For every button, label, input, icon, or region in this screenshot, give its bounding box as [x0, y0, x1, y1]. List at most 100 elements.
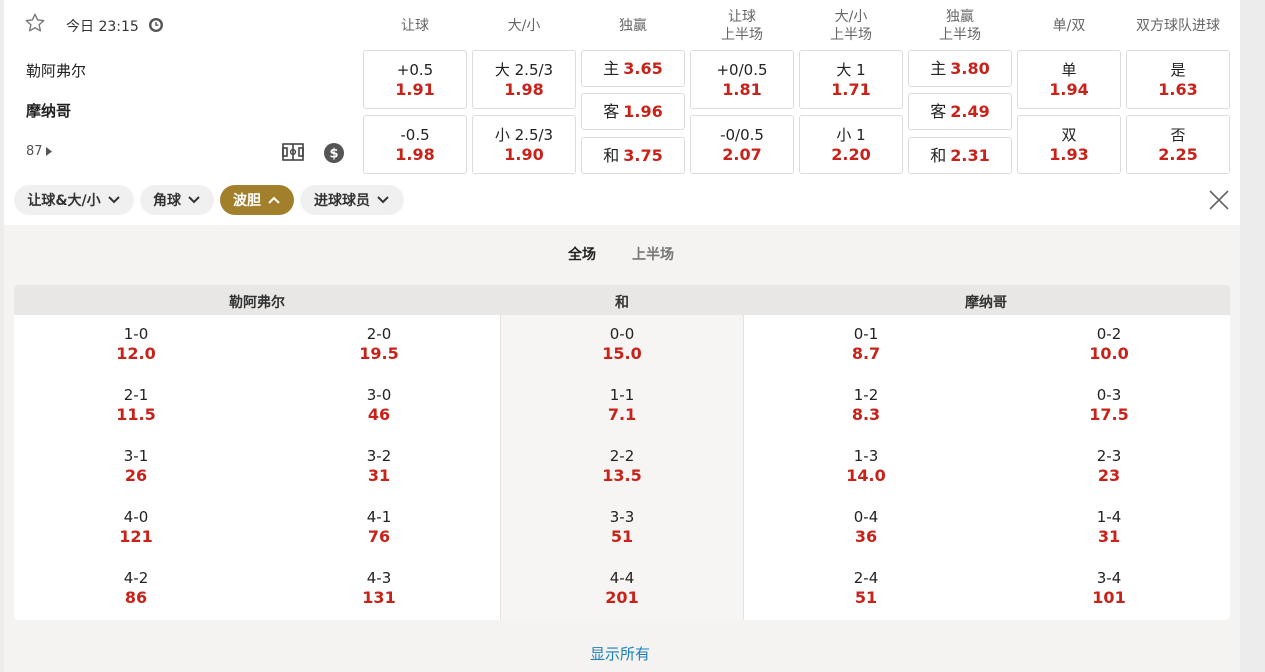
- header-half-moneyline: 独赢 上半场: [908, 4, 1012, 48]
- correct-score-home[interactable]: 1-0 12.0: [76, 325, 196, 363]
- filter-label: 让球&大/小: [27, 193, 101, 209]
- filter-goal-scorer[interactable]: 进球球员: [300, 185, 404, 215]
- correct-score-home[interactable]: 3-2 31: [319, 447, 439, 485]
- odds-cell-half-moneyline-away[interactable]: 客 2.49: [908, 93, 1012, 130]
- odds-line: -0/0.5: [720, 125, 764, 144]
- header-half-over-under-sub: 上半场: [830, 27, 872, 43]
- odds-cell-moneyline-home[interactable]: 主 3.65: [581, 50, 685, 87]
- chevron-down-icon: [188, 196, 200, 204]
- odds-label: 单: [1061, 60, 1077, 79]
- filter-correct-score[interactable]: 波胆: [220, 185, 294, 215]
- score-odd: 31: [1097, 527, 1121, 546]
- header-moneyline-label: 独赢: [619, 18, 647, 34]
- odds-cell-btts-yes[interactable]: 是 1.63: [1126, 50, 1230, 109]
- correct-score-away[interactable]: 1-3 14.0: [806, 447, 926, 485]
- odds-label: 主: [930, 59, 947, 78]
- score-label: 4-3: [366, 569, 392, 587]
- odds-cell-moneyline-draw[interactable]: 和 3.75: [581, 137, 685, 174]
- correct-score-home[interactable]: 4-1 76: [319, 508, 439, 546]
- odds-cell-under[interactable]: 小 2.5/3 1.90: [472, 115, 576, 174]
- score-label: 1-2: [853, 386, 879, 404]
- score-label: 2-3: [1096, 447, 1122, 465]
- show-all-link[interactable]: 显示所有: [590, 643, 650, 664]
- correct-score-home[interactable]: 3-1 26: [76, 447, 196, 485]
- odds-cell-half-moneyline-draw[interactable]: 和 2.31: [908, 137, 1012, 174]
- match-card: 今日 23:15 勒阿弗尔 摩纳哥 87 $ 让球 大/小 独赢 让球 上半场 大…: [4, 0, 1240, 672]
- odds-value: 1.71: [831, 79, 871, 99]
- correct-score-draw[interactable]: 0-0 15.0: [562, 325, 682, 363]
- correct-score-away[interactable]: 2-3 23: [1049, 447, 1169, 485]
- odds-cell-over[interactable]: 大 2.5/3 1.98: [472, 50, 576, 109]
- odds-cell-moneyline-away[interactable]: 客 1.96: [581, 93, 685, 130]
- correct-score-draw[interactable]: 3-3 51: [562, 508, 682, 546]
- correct-score-home[interactable]: 4-0 121: [76, 508, 196, 546]
- score-odd: 36: [854, 527, 878, 546]
- odds-cell-handicap-away[interactable]: -0.5 1.98: [363, 115, 467, 174]
- match-time: 今日 23:15: [66, 19, 139, 35]
- odds-value: 1.98: [395, 144, 435, 164]
- odds-cell-btts-no[interactable]: 否 2.25: [1126, 115, 1230, 174]
- correct-score-home[interactable]: 4-2 86: [76, 569, 196, 607]
- odds-value: 2.25: [1158, 144, 1198, 164]
- match-minute[interactable]: 87: [26, 144, 52, 159]
- score-label: 1-3: [853, 447, 879, 465]
- score-label: 4-4: [609, 569, 635, 587]
- odds-cell-half-over[interactable]: 大 1 1.71: [799, 50, 903, 109]
- correct-score-away[interactable]: 1-4 31: [1049, 508, 1169, 546]
- tab-first-half[interactable]: 上半场: [632, 244, 674, 264]
- score-label: 2-1: [123, 386, 149, 404]
- correct-score-away[interactable]: 2-4 51: [806, 569, 926, 607]
- odds-label: 和: [603, 146, 620, 165]
- odds-cell-even[interactable]: 双 1.93: [1017, 115, 1121, 174]
- field-stats-icon[interactable]: [282, 142, 304, 162]
- correct-score-home[interactable]: 3-0 46: [319, 386, 439, 424]
- header-half-handicap-label: 让球: [728, 9, 756, 25]
- score-label: 0-0: [609, 325, 635, 343]
- score-label: 3-2: [366, 447, 392, 465]
- caret-right-icon: [45, 147, 52, 156]
- odds-value: 2.20: [831, 144, 871, 164]
- odds-line: 大 2.5/3: [494, 60, 554, 79]
- star-icon[interactable]: [24, 12, 46, 34]
- odds-line: +0/0.5: [716, 60, 768, 79]
- odds-cell-odd[interactable]: 单 1.94: [1017, 50, 1121, 109]
- score-odd: 12.0: [116, 344, 156, 363]
- filter-corners[interactable]: 角球: [140, 185, 214, 215]
- correct-score-home[interactable]: 2-1 11.5: [76, 386, 196, 424]
- odds-cell-handicap-home[interactable]: +0.5 1.91: [363, 50, 467, 109]
- correct-score-away[interactable]: 0-2 10.0: [1049, 325, 1169, 363]
- header-half-over-under: 大/小上半场: [799, 4, 903, 48]
- correct-score-home[interactable]: 4-3 131: [319, 569, 439, 607]
- score-label: 4-2: [123, 569, 149, 587]
- score-odd: 121: [119, 527, 153, 546]
- odds-value: 2.31: [950, 146, 990, 165]
- odds-cell-half-moneyline-home[interactable]: 主 3.80: [908, 50, 1012, 87]
- score-odd: 19.5: [359, 344, 399, 363]
- score-odd: 101: [1092, 588, 1126, 607]
- correct-score-away[interactable]: 0-4 36: [806, 508, 926, 546]
- header-half-handicap: 让球 上半场: [690, 4, 794, 48]
- correct-score-away[interactable]: 0-1 8.7: [806, 325, 926, 363]
- correct-score-home[interactable]: 2-0 19.5: [319, 325, 439, 363]
- close-icon[interactable]: [1208, 189, 1230, 211]
- score-label: 0-3: [1096, 386, 1122, 404]
- correct-score-draw[interactable]: 4-4 201: [562, 569, 682, 607]
- odds-cell-half-under[interactable]: 小 1 2.20: [799, 115, 903, 174]
- score-label: 2-2: [609, 447, 635, 465]
- correct-score-draw[interactable]: 2-2 13.5: [562, 447, 682, 485]
- cashout-icon[interactable]: $: [324, 143, 344, 163]
- correct-score-draw[interactable]: 1-1 7.1: [562, 386, 682, 424]
- header-handicap-label: 让球: [401, 18, 429, 34]
- header-half-moneyline-label: 独赢: [946, 9, 974, 25]
- correct-score-away[interactable]: 0-3 17.5: [1049, 386, 1169, 424]
- correct-score-away[interactable]: 3-4 101: [1049, 569, 1169, 607]
- odds-value: 3.75: [623, 146, 663, 165]
- header-half-over-under-label: 大/小: [834, 9, 868, 25]
- filter-handicap-ou[interactable]: 让球&大/小: [14, 185, 134, 215]
- correct-score-away[interactable]: 1-2 8.3: [806, 386, 926, 424]
- tab-full-time[interactable]: 全场: [568, 244, 596, 264]
- odds-cell-half-handicap-away[interactable]: -0/0.5 2.07: [690, 115, 794, 174]
- score-odd: 26: [124, 466, 148, 485]
- odds-cell-half-handicap-home[interactable]: +0/0.5 1.81: [690, 50, 794, 109]
- score-odd: 11.5: [116, 405, 156, 424]
